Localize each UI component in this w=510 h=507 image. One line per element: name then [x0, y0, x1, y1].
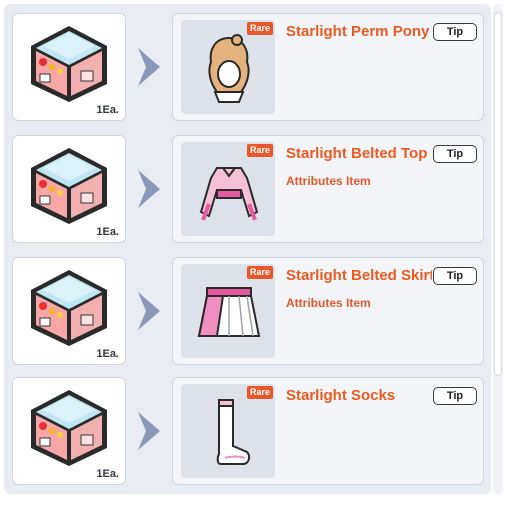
- chevron-right-icon: [136, 168, 162, 210]
- quantity-label: 1Ea.: [96, 104, 119, 116]
- tip-button[interactable]: Tip: [433, 23, 477, 41]
- gift-box-icon: [29, 24, 109, 104]
- skirt-icon: [195, 276, 263, 348]
- rarity-badge: Rare: [247, 266, 274, 279]
- item-card[interactable]: Rare Starlight Belted Top Attributes Ite…: [172, 135, 484, 243]
- item-name: Starlight Perm Pony: [286, 23, 430, 40]
- reward-row: 1Ea. Rare Starlight Belted Top Attribute…: [12, 135, 484, 243]
- chevron-right-icon: [136, 290, 162, 332]
- top-icon: [195, 154, 263, 226]
- item-card[interactable]: Rare Starlight Socks Tip: [172, 377, 484, 485]
- item-attribute: Attributes Item: [286, 174, 371, 188]
- tip-button[interactable]: Tip: [433, 267, 477, 285]
- reward-row: 1Ea. Rare Starlight Belted Skirt Attribu…: [12, 257, 484, 365]
- hairstyle-icon: [195, 32, 263, 104]
- quantity-label: 1Ea.: [96, 348, 119, 360]
- chevron-right-icon: [136, 410, 162, 452]
- rarity-badge: Rare: [247, 22, 274, 35]
- item-attribute: Attributes Item: [286, 296, 371, 310]
- rarity-badge: Rare: [247, 144, 274, 157]
- gift-box-icon: [29, 146, 109, 226]
- box-card[interactable]: 1Ea.: [12, 13, 126, 121]
- reward-row: 1Ea. Rare Starlight Socks Tip: [12, 377, 484, 485]
- item-name: Starlight Belted Top: [286, 145, 428, 162]
- item-card[interactable]: Rare Starlight Belted Skirt Attributes I…: [172, 257, 484, 365]
- socks-icon: [195, 396, 263, 468]
- rarity-badge: Rare: [247, 386, 274, 399]
- reward-row: 1Ea. Rare Starlight Perm Pony Tip: [12, 13, 484, 121]
- item-thumbnail: Rare: [181, 384, 275, 478]
- reward-list-panel: 1Ea. Rare Starlight Perm Pony Tip 1Ea. R…: [4, 4, 491, 494]
- tip-button[interactable]: Tip: [433, 145, 477, 163]
- gift-box-icon: [29, 388, 109, 468]
- item-name: Starlight Belted Skirt: [286, 267, 432, 284]
- item-name: Starlight Socks: [286, 387, 396, 404]
- gift-box-icon: [29, 268, 109, 348]
- item-thumbnail: Rare: [181, 20, 275, 114]
- item-thumbnail: Rare: [181, 142, 275, 236]
- quantity-label: 1Ea.: [96, 468, 119, 480]
- box-card[interactable]: 1Ea.: [12, 257, 126, 365]
- chevron-right-icon: [136, 46, 162, 88]
- quantity-label: 1Ea.: [96, 226, 119, 238]
- box-card[interactable]: 1Ea.: [12, 135, 126, 243]
- tip-button[interactable]: Tip: [433, 387, 477, 405]
- scrollbar-thumb[interactable]: [494, 12, 502, 376]
- item-thumbnail: Rare: [181, 264, 275, 358]
- box-card[interactable]: 1Ea.: [12, 377, 126, 485]
- item-card[interactable]: Rare Starlight Perm Pony Tip: [172, 13, 484, 121]
